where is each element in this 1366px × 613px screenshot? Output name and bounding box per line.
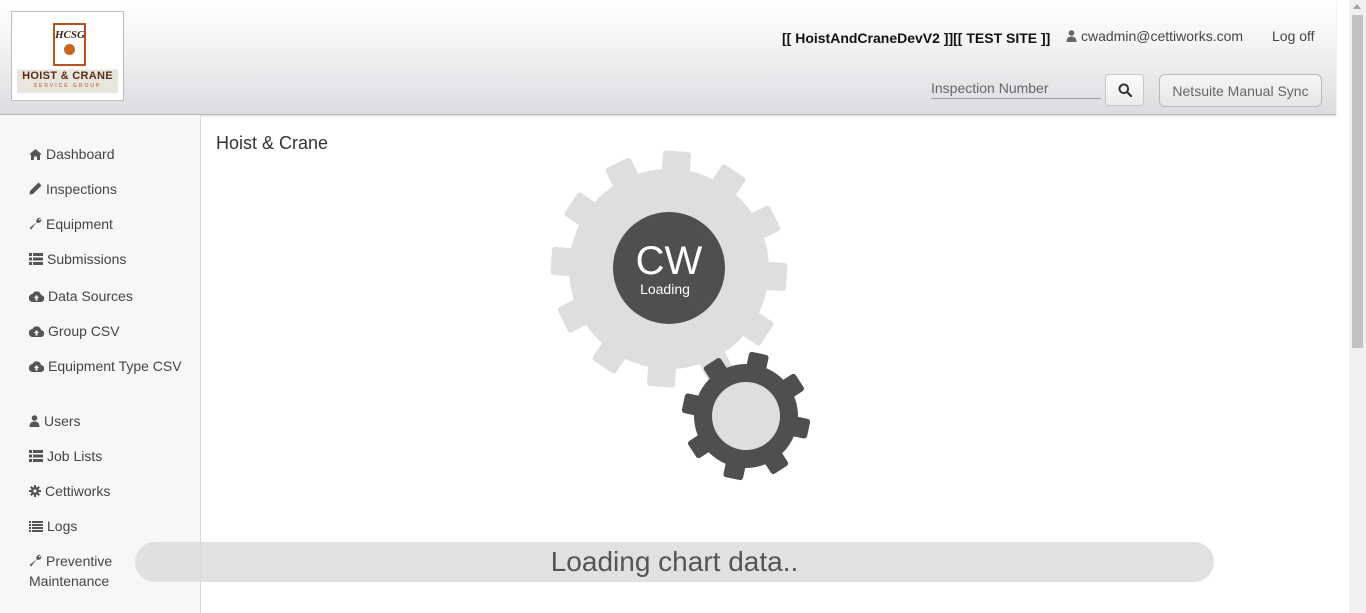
sidebar-item-users[interactable]: Users — [29, 411, 189, 431]
sidebar-item-label: Logs — [47, 518, 78, 534]
sidebar-item-group-csv[interactable]: Group CSV — [28, 321, 189, 341]
small-gear-hole — [712, 382, 780, 450]
sidebar-item-label: Inspections — [46, 181, 117, 197]
logo-image: HCSG HOIST & CRANE SERVICE GROUP — [17, 19, 118, 93]
page-title: Hoist & Crane — [216, 133, 329, 153]
sidebar-item-label: Dashboard — [46, 146, 115, 162]
sidebar-item-logs[interactable]: Logs — [29, 516, 189, 536]
cloud-upload-icon — [28, 326, 45, 338]
user-account-link[interactable]: cwadmin@cettiworks.com — [1066, 28, 1243, 44]
user-email: cwadmin@cettiworks.com — [1081, 28, 1244, 44]
user-icon — [1066, 30, 1077, 42]
list-icon — [29, 450, 43, 462]
sidebar-item-cettiworks[interactable]: Cettiworks — [29, 481, 189, 501]
sidebar-item-label: Group CSV — [48, 323, 120, 339]
search-button[interactable] — [1105, 74, 1144, 106]
sidebar-item-submissions[interactable]: Submissions — [29, 249, 189, 269]
loading-message-text: Loading chart data.. — [550, 546, 799, 577]
sidebar-item-inspections[interactable]: Inspections — [29, 179, 189, 199]
sidebar-item-label: Equipment — [46, 216, 113, 232]
logo-emblem: HCSG — [53, 23, 86, 66]
scrollbar-thumb[interactable] — [1352, 15, 1363, 348]
pencil-icon — [29, 182, 42, 195]
sidebar-item-label: Users — [44, 413, 81, 429]
cloud-upload-icon — [28, 291, 45, 303]
site-label: [[ HoistAndCraneDevV2 ]][[ TEST SITE ]] — [782, 30, 1051, 46]
loader-text: Loading — [640, 281, 690, 297]
sidebar-item-label: Cettiworks — [45, 483, 111, 499]
sidebar-item-label: Equipment Type CSV — [48, 358, 182, 374]
sidebar-nav: Dashboard Inspections Equipment Submissi… — [0, 115, 201, 613]
sidebar-item-job-lists[interactable]: Job Lists — [29, 446, 189, 466]
sidebar-item-equipment[interactable]: Equipment — [29, 214, 189, 234]
scroll-up-arrow-icon[interactable] — [1353, 4, 1361, 9]
gear-icon — [29, 485, 41, 497]
wrench-icon — [29, 554, 42, 567]
sidebar-item-label: Submissions — [47, 251, 127, 267]
loading-spinner: CW Loading — [550, 150, 811, 481]
logoff-link[interactable]: Log off — [1272, 28, 1315, 44]
logo-subtitle: SERVICE GROUP — [33, 83, 102, 89]
list-icon — [29, 253, 43, 265]
search-icon — [1118, 83, 1132, 97]
logo-monogram: HCSG — [55, 29, 85, 41]
wrench-icon — [29, 217, 42, 230]
hook-icon — [64, 44, 75, 55]
sidebar-item-label: Data Sources — [48, 288, 133, 304]
sidebar-item-data-sources[interactable]: Data Sources — [28, 286, 189, 306]
sidebar-item-equipment-type-csv[interactable]: Equipment Type CSV — [28, 356, 189, 376]
company-logo[interactable]: HCSG HOIST & CRANE SERVICE GROUP — [11, 11, 124, 101]
loader-brand: CW — [636, 239, 703, 283]
netsuite-sync-button[interactable]: Netsuite Manual Sync — [1159, 74, 1322, 107]
cloud-upload-icon — [28, 361, 45, 373]
sidebar-item-dashboard[interactable]: Dashboard — [29, 144, 189, 164]
logo-title: HOIST & CRANE — [22, 70, 113, 82]
user-icon — [29, 415, 40, 427]
vertical-scrollbar[interactable] — [1349, 0, 1366, 613]
loading-message: Loading chart data.. — [135, 542, 1214, 582]
top-header: HCSG HOIST & CRANE SERVICE GROUP [[ Hois… — [0, 0, 1336, 115]
lines-icon — [29, 521, 43, 532]
inspection-number-input[interactable] — [931, 78, 1101, 99]
sidebar-item-label: Job Lists — [47, 448, 103, 464]
home-icon — [29, 149, 42, 160]
